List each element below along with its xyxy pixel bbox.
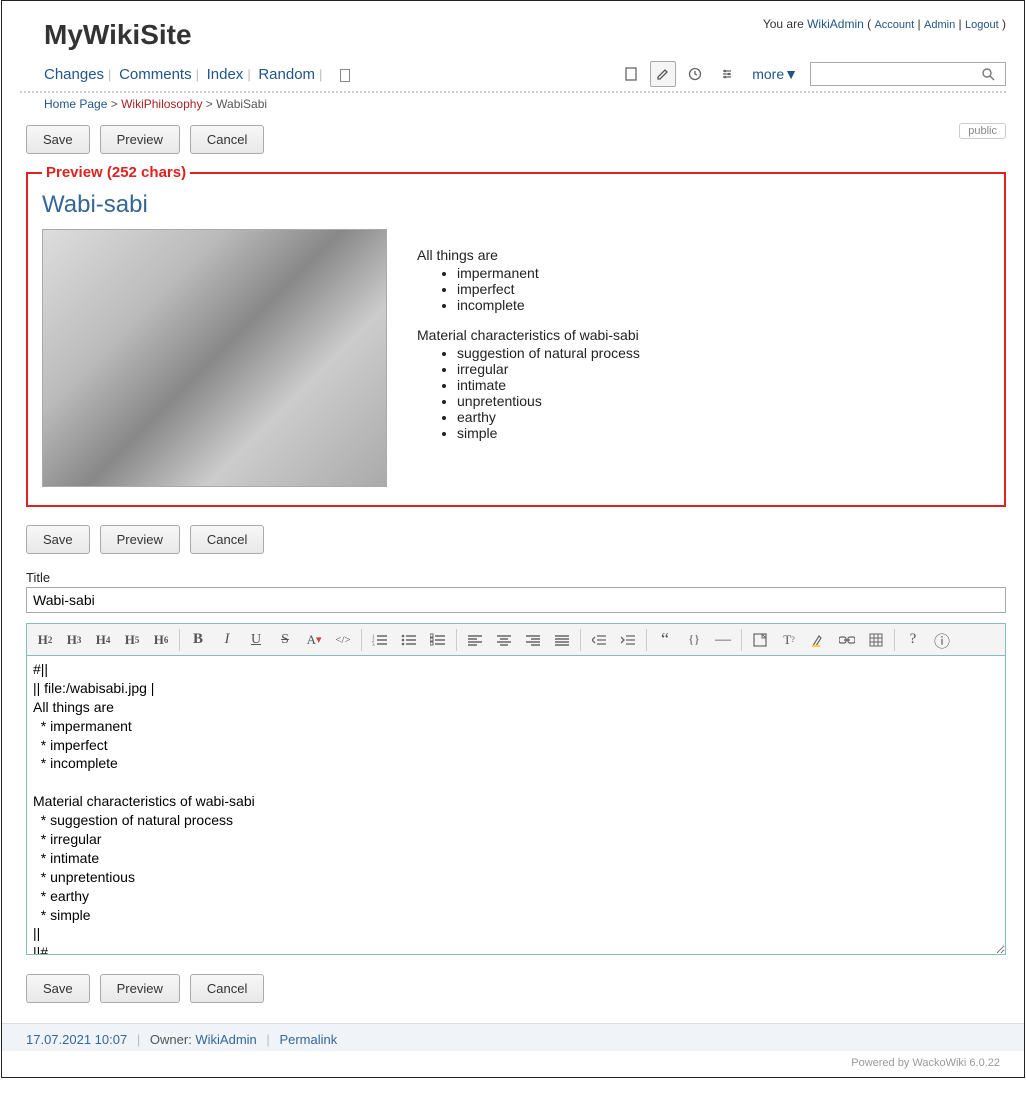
underline-button[interactable]: U — [242, 627, 270, 653]
preview-button[interactable]: Preview — [100, 125, 180, 154]
search-input[interactable] — [811, 65, 981, 83]
more-dropdown[interactable]: more▼ — [752, 66, 798, 82]
align-left-button[interactable] — [461, 627, 489, 653]
footnote-button[interactable]: T? — [775, 627, 803, 653]
list-item: unpretentious — [457, 393, 640, 409]
note-button[interactable] — [746, 627, 774, 653]
list-item: incomplete — [457, 297, 640, 313]
logout-link[interactable]: Logout — [965, 19, 999, 31]
link-button[interactable] — [833, 627, 861, 653]
svg-text:3: 3 — [372, 643, 375, 647]
breadcrumb-sep: > — [206, 97, 213, 111]
list-item: impermanent — [457, 265, 640, 281]
preview-panel: Preview (252 chars) Wabi-sabi All things… — [26, 164, 1006, 507]
h4-button[interactable]: H4 — [89, 627, 117, 653]
save-button[interactable]: Save — [26, 125, 90, 154]
footer: 17.07.2021 10:07 | Owner: WikiAdmin | Pe… — [2, 1023, 1024, 1051]
h6-button[interactable]: H6 — [147, 627, 175, 653]
edit-icon[interactable] — [650, 61, 676, 87]
h5-button[interactable]: H5 — [118, 627, 146, 653]
preview-list2: suggestion of natural process irregular … — [457, 345, 640, 441]
bold-button[interactable]: B — [184, 627, 212, 653]
cancel-button[interactable]: Cancel — [190, 525, 264, 554]
save-button[interactable]: Save — [26, 525, 90, 554]
ul-button[interactable] — [395, 627, 423, 653]
h2-button[interactable]: H2 — [31, 627, 59, 653]
h3-button[interactable]: H3 — [60, 627, 88, 653]
cancel-button[interactable]: Cancel — [190, 974, 264, 1003]
preview-button[interactable]: Preview — [100, 525, 180, 554]
timestamp-link[interactable]: 17.07.2021 10:07 — [26, 1032, 127, 1047]
preview-p1: All things are — [417, 247, 640, 263]
owner-label: Owner: — [150, 1032, 192, 1047]
list-item: irregular — [457, 361, 640, 377]
main-nav: Changes| Comments| Index| Random| — [44, 66, 350, 83]
breadcrumb-parent[interactable]: WikiPhilosophy — [121, 97, 202, 111]
hr-button[interactable]: — — [709, 627, 737, 653]
preview-content: All things are impermanent imperfect inc… — [417, 229, 640, 455]
public-badge: public — [959, 123, 1006, 139]
info-button[interactable]: ⓘ — [928, 627, 956, 653]
align-right-button[interactable] — [519, 627, 547, 653]
settings-icon[interactable] — [714, 61, 740, 87]
preview-list1: impermanent imperfect incomplete — [457, 265, 640, 313]
site-title: MyWikiSite — [20, 11, 192, 55]
preview-button[interactable]: Preview — [100, 974, 180, 1003]
editor-textarea[interactable] — [26, 655, 1006, 955]
checklist-button[interactable] — [424, 627, 452, 653]
user-info: You are WikiAdmin ( Account | Admin | Lo… — [763, 11, 1006, 31]
code-button[interactable]: </> — [329, 627, 357, 653]
table-button[interactable] — [862, 627, 890, 653]
admin-link[interactable]: Admin — [924, 19, 955, 31]
nav-index[interactable]: Index — [207, 66, 244, 83]
strike-button[interactable]: S — [271, 627, 299, 653]
account-link[interactable]: Account — [874, 19, 914, 31]
bookmark-icon[interactable] — [340, 69, 350, 82]
align-center-button[interactable] — [490, 627, 518, 653]
powered-by: Powered by WackoWiki 6.0.22 — [2, 1051, 1024, 1069]
nav-comments[interactable]: Comments — [119, 66, 192, 83]
user-name-link[interactable]: WikiAdmin — [807, 17, 864, 31]
list-item: intimate — [457, 377, 640, 393]
breadcrumb-current: WabiSabi — [216, 97, 267, 111]
list-item: simple — [457, 425, 640, 441]
braces-button[interactable]: {} — [680, 627, 708, 653]
nav-changes[interactable]: Changes — [44, 66, 104, 83]
save-button[interactable]: Save — [26, 974, 90, 1003]
italic-button[interactable]: I — [213, 627, 241, 653]
textcolor-button[interactable]: A▾ — [300, 627, 328, 653]
preview-image — [42, 229, 387, 487]
history-icon[interactable] — [682, 61, 708, 87]
title-label: Title — [2, 564, 1024, 587]
view-icon[interactable] — [618, 61, 644, 87]
search-icon[interactable] — [981, 67, 995, 81]
list-item: earthy — [457, 409, 640, 425]
cancel-button[interactable]: Cancel — [190, 125, 264, 154]
search-box — [810, 62, 1006, 86]
list-item: imperfect — [457, 281, 640, 297]
indent-button[interactable] — [614, 627, 642, 653]
align-justify-button[interactable] — [548, 627, 576, 653]
quote-button[interactable]: “ — [651, 627, 679, 653]
ol-button[interactable]: 123 — [366, 627, 394, 653]
highlight-button[interactable] — [804, 627, 832, 653]
user-prefix: You are — [763, 17, 804, 31]
breadcrumb-sep: > — [111, 97, 118, 111]
help-button[interactable]: ? — [899, 627, 927, 653]
title-input[interactable] — [26, 587, 1006, 613]
nav-random[interactable]: Random — [258, 66, 315, 83]
preview-legend: Preview (252 chars) — [42, 164, 190, 181]
list-item: suggestion of natural process — [457, 345, 640, 361]
owner-link[interactable]: WikiAdmin — [195, 1032, 256, 1047]
preview-p2: Material characteristics of wabi-sabi — [417, 327, 640, 343]
editor-toolbar: H2 H3 H4 H5 H6 B I U S A▾ </> 123 “ {} —… — [26, 623, 1006, 655]
breadcrumb-home[interactable]: Home Page — [44, 97, 107, 111]
outdent-button[interactable] — [585, 627, 613, 653]
preview-heading: Wabi-sabi — [42, 191, 990, 219]
breadcrumb: Home Page > WikiPhilosophy > WabiSabi — [20, 93, 1006, 119]
permalink-link[interactable]: Permalink — [279, 1032, 337, 1047]
